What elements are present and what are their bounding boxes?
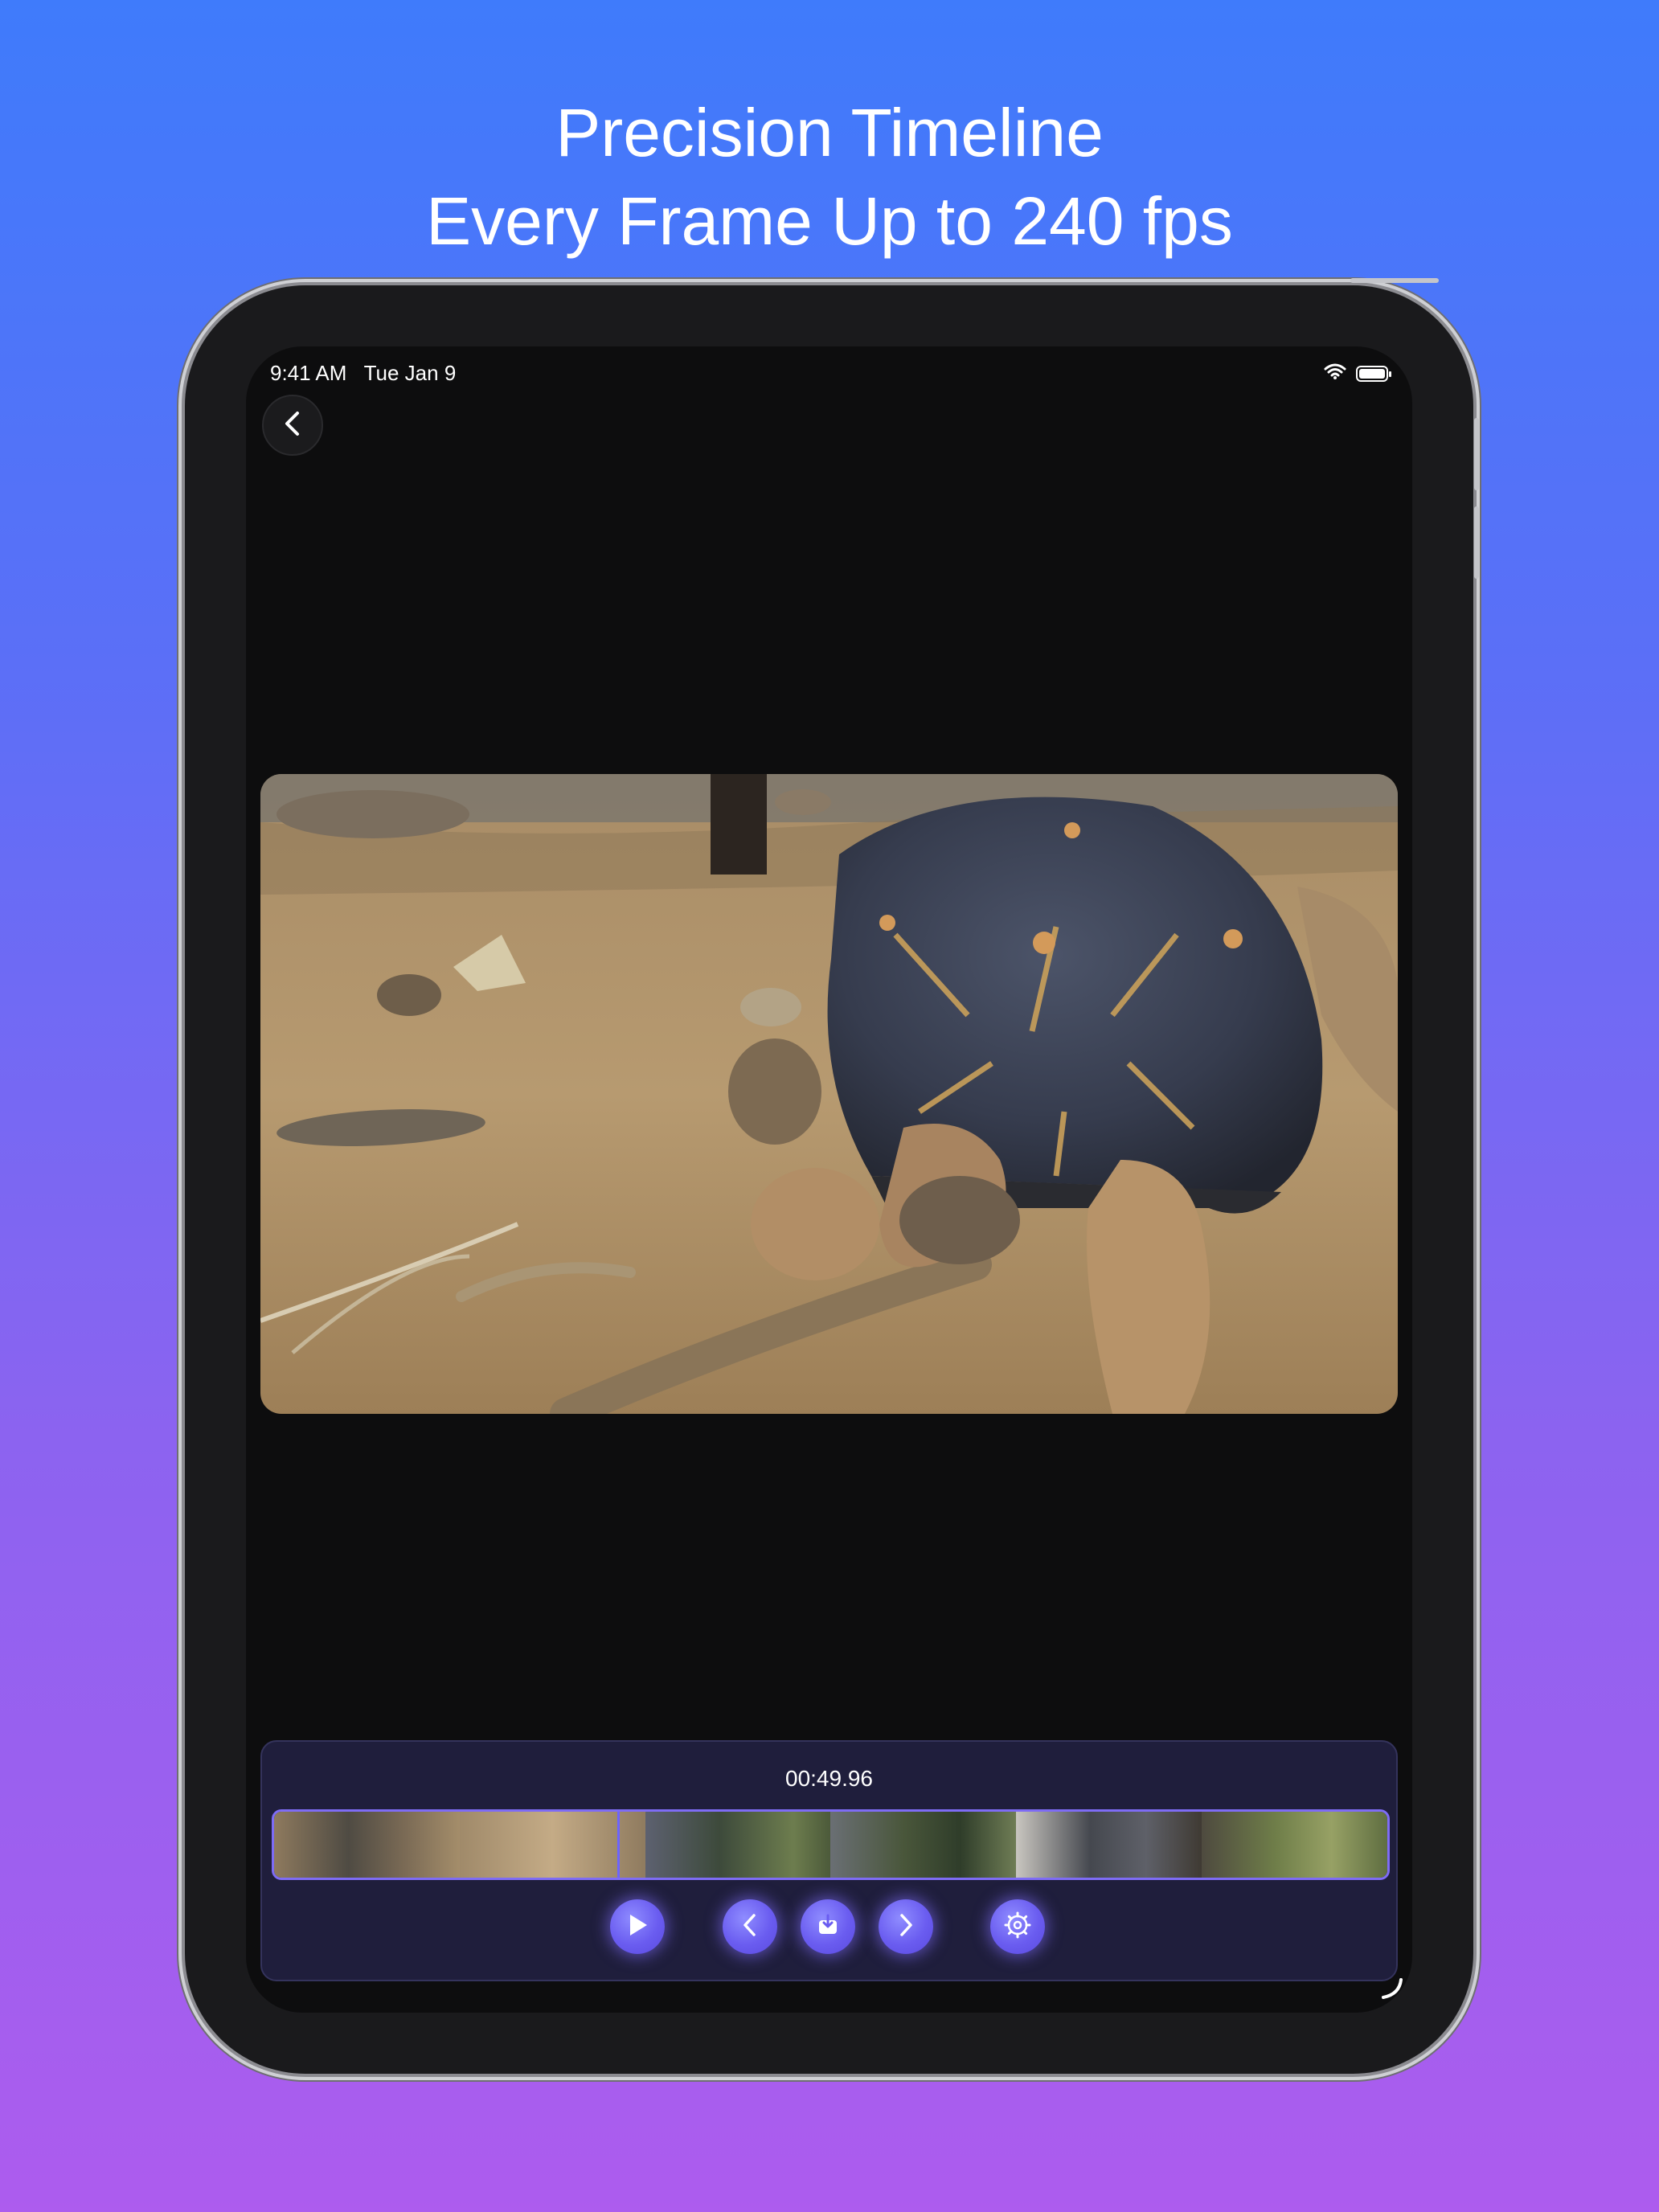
timecode-readout: 00:49.96: [785, 1766, 873, 1791]
chevron-right-icon: [896, 1913, 916, 1941]
gear-icon: [1004, 1911, 1031, 1943]
device-volume-down-button: [1474, 506, 1479, 579]
timeline-panel: 00:49.96: [260, 1740, 1398, 1981]
settings-button[interactable]: [990, 1899, 1045, 1954]
timeline-filmstrip[interactable]: [272, 1809, 1390, 1880]
wifi-icon: [1324, 363, 1346, 384]
tortoise-video-frame: [260, 774, 1398, 1414]
filmstrip-frame: [1016, 1812, 1202, 1878]
filmstrip-frame: [830, 1812, 1017, 1878]
status-bar-clock: 9:41 AM Tue Jan 9: [270, 361, 456, 386]
next-frame-button[interactable]: [879, 1899, 933, 1954]
playback-controls: [262, 1895, 1396, 1959]
timeline-playhead[interactable]: [617, 1812, 620, 1878]
previous-frame-button[interactable]: [723, 1899, 777, 1954]
save-frame-button[interactable]: [801, 1899, 855, 1954]
play-icon: [625, 1912, 649, 1942]
chevron-left-icon: [740, 1913, 760, 1941]
device-top-button: [1350, 278, 1439, 283]
status-bar-indicators: [1324, 363, 1391, 384]
promo-headline: Precision Timeline Every Frame Up to 240…: [0, 88, 1659, 265]
filmstrip-frame: [274, 1812, 460, 1878]
save-frame-icon: [816, 1913, 840, 1941]
headline-line-1: Precision Timeline: [555, 95, 1104, 170]
headline-line-2: Every Frame Up to 240 fps: [426, 183, 1233, 259]
filmstrip-frame: [645, 1812, 831, 1878]
tablet-device-frame: 9:41 AM Tue Jan 9 00:49.96: [185, 278, 1479, 2074]
corner-resize-indicator: [1377, 1973, 1404, 2005]
back-button[interactable]: [262, 395, 323, 456]
status-time: 9:41 AM: [270, 361, 347, 385]
play-button[interactable]: [610, 1899, 665, 1954]
chevron-left-icon: [281, 410, 304, 441]
device-volume-up-button: [1474, 418, 1479, 490]
app-screen: 9:41 AM Tue Jan 9 00:49.96: [246, 346, 1412, 2013]
video-preview[interactable]: [260, 774, 1398, 1414]
filmstrip-frame: [1202, 1812, 1387, 1878]
status-date: Tue Jan 9: [363, 361, 457, 385]
battery-icon: [1356, 365, 1391, 382]
